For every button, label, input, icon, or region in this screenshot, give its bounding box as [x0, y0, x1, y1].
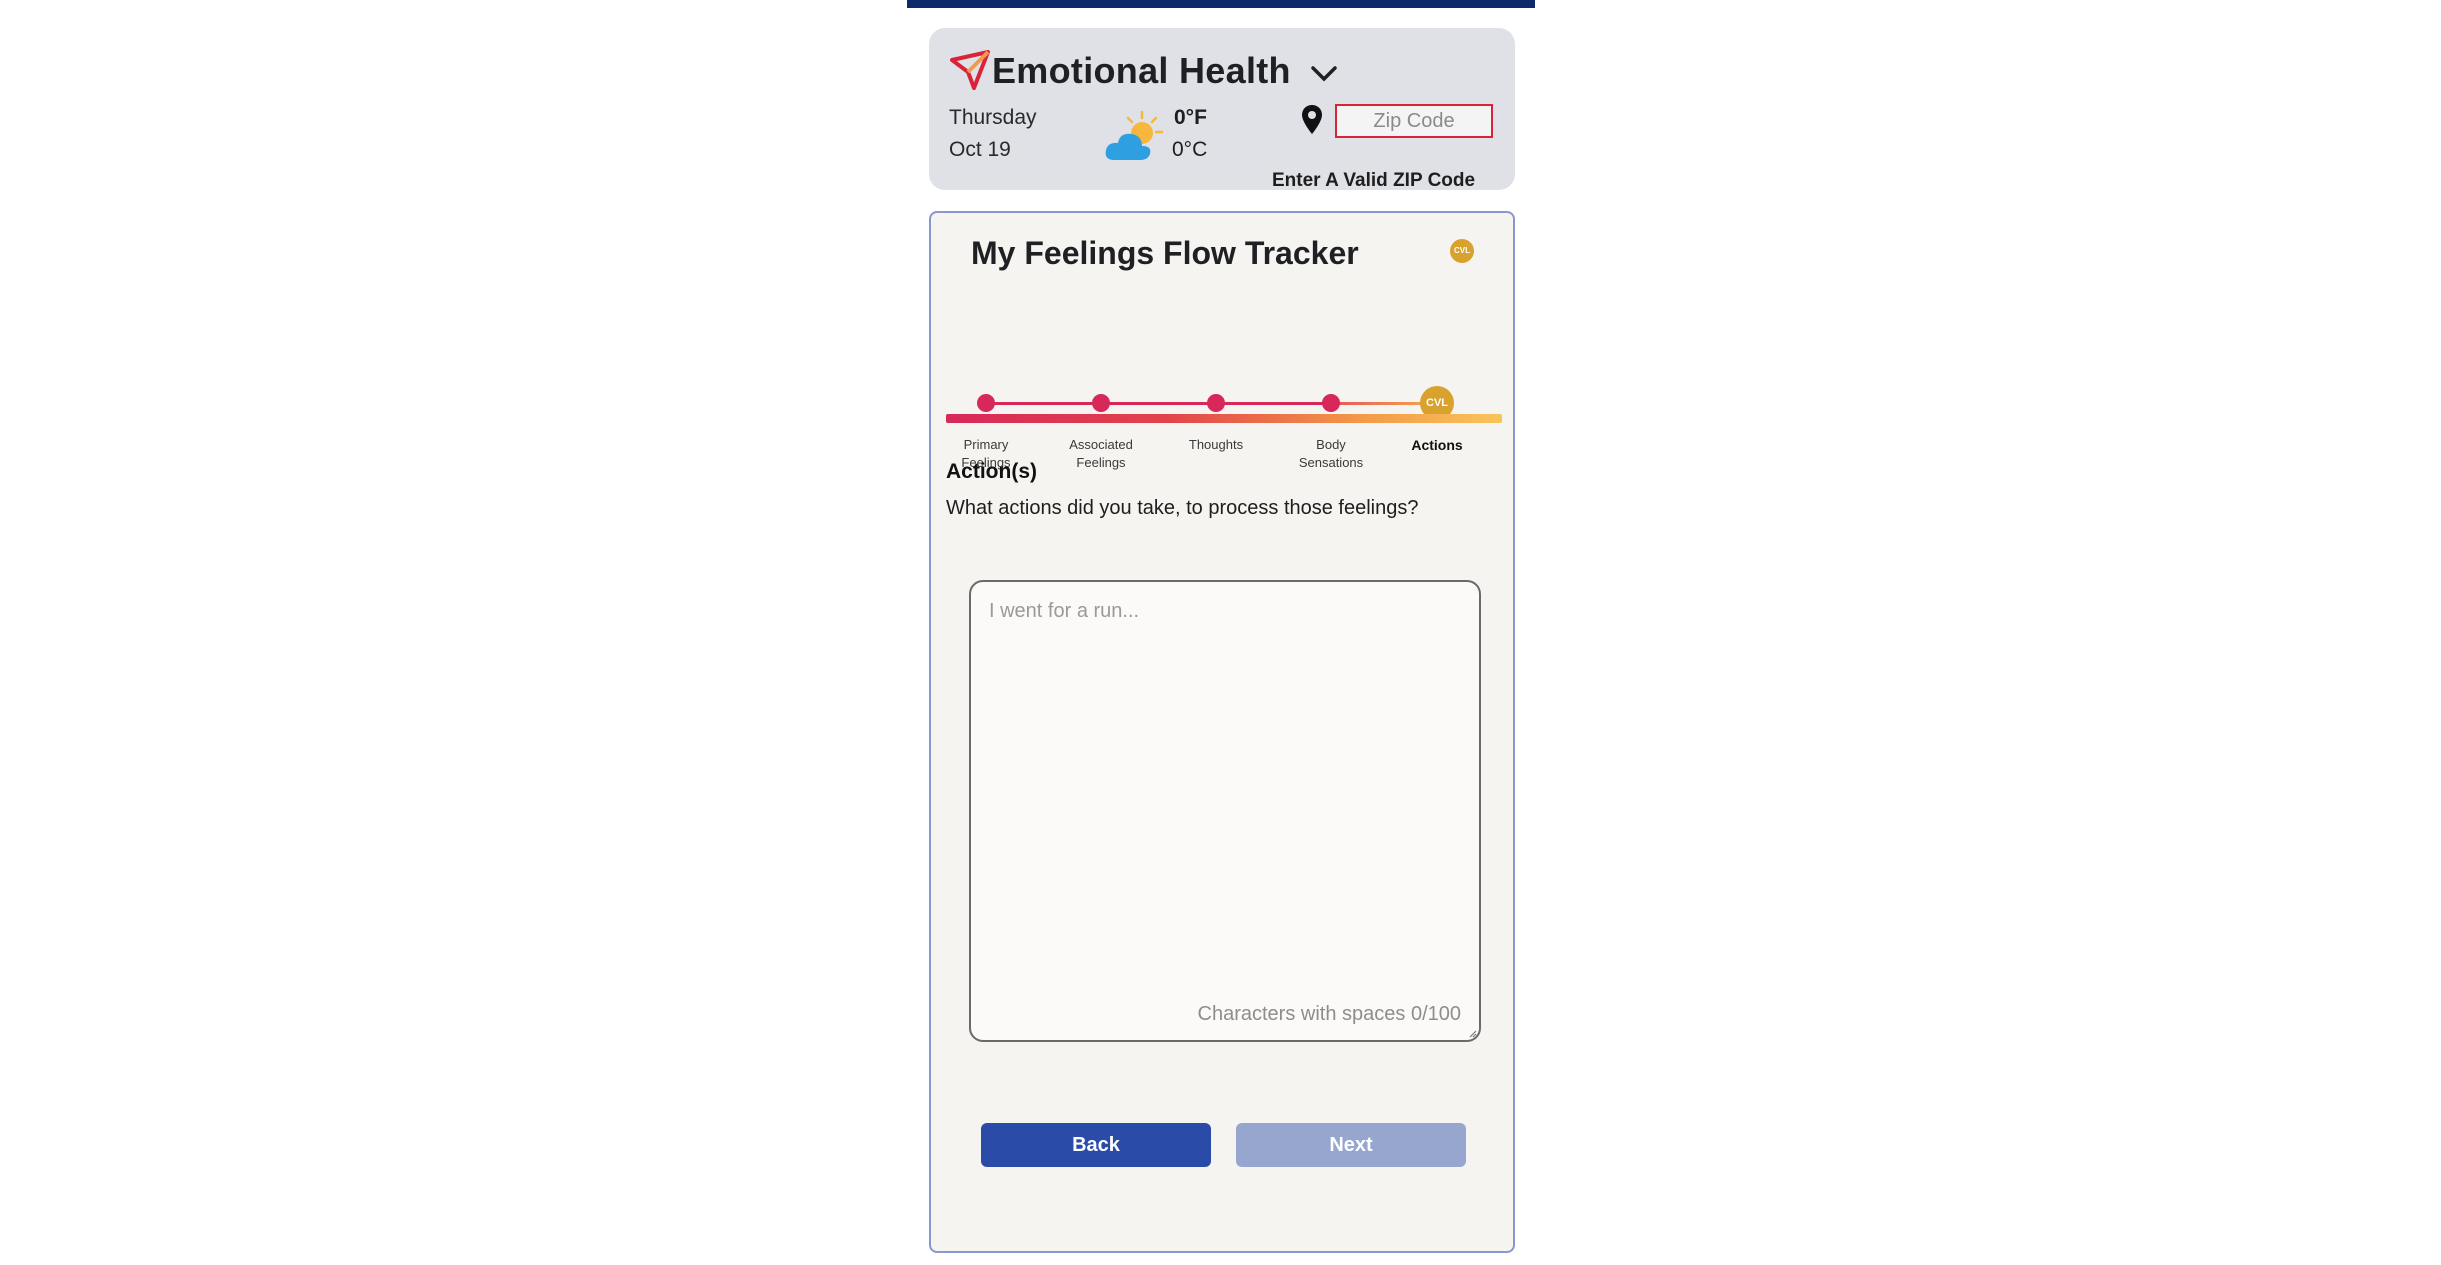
feelings-tracker-card: My Feelings Flow Tracker CVL CVL Primary…: [929, 211, 1515, 1253]
step-label-line: Primary: [963, 437, 1009, 452]
temperature-fahrenheit: 0°F: [1174, 106, 1207, 129]
step-label-line: Associated: [1069, 437, 1133, 452]
step-label-actions: Actions: [1382, 436, 1492, 454]
day-of-week: Thursday: [949, 106, 1037, 129]
step-label-line: Feelings: [1076, 455, 1126, 470]
section-heading: Action(s): [946, 460, 1037, 483]
section-question: What actions did you take, to process th…: [946, 497, 1419, 519]
partly-sunny-cloud-icon: [1105, 110, 1164, 160]
current-date: Oct 19: [949, 138, 1011, 161]
step-dot-body-sensations[interactable]: [1322, 394, 1340, 412]
cvl-badge: CVL: [1450, 239, 1474, 263]
paper-plane-logo-icon: [950, 50, 990, 90]
step-label-body-sensations: Body Sensations: [1276, 436, 1386, 472]
step-dot-primary-feelings[interactable]: [977, 394, 995, 412]
actions-textarea-container: Characters with spaces 0/100: [969, 580, 1481, 1042]
map-pin-icon: [1302, 105, 1322, 134]
stepper-line-complete: [986, 402, 1331, 405]
back-button[interactable]: Back: [981, 1123, 1211, 1167]
step-label-line: Thoughts: [1188, 437, 1244, 452]
resize-handle-icon[interactable]: [1467, 1028, 1477, 1038]
step-label-thoughts: Thoughts: [1161, 436, 1271, 454]
chevron-down-icon[interactable]: [1310, 64, 1338, 84]
zip-code-input[interactable]: [1335, 104, 1493, 138]
step-label-associated-feelings: Associated Feelings: [1046, 436, 1156, 472]
next-button[interactable]: Next: [1236, 1123, 1466, 1167]
step-label-line: Body: [1316, 437, 1346, 452]
progress-gradient-bar: [946, 414, 1502, 423]
character-counter: Characters with spaces 0/100: [1197, 1003, 1461, 1025]
header-card: Emotional Health Thursday Oct 19 0°F 0°C…: [929, 28, 1515, 191]
zip-error-message: Enter A Valid ZIP Code: [1272, 170, 1476, 191]
step-label-line: Actions: [1411, 437, 1463, 453]
step-dot-associated-feelings[interactable]: [1092, 394, 1110, 412]
step-dot-thoughts[interactable]: [1207, 394, 1225, 412]
app-title: Emotional Health: [992, 50, 1291, 91]
temperature-celsius: 0°C: [1172, 138, 1208, 161]
actions-textarea[interactable]: [989, 600, 1459, 980]
tracker-title: My Feelings Flow Tracker: [971, 235, 1359, 271]
step-label-line: Sensations: [1298, 455, 1364, 470]
progress-stepper: CVL Primary Feelings Associated Feelings…: [931, 309, 1517, 470]
top-accent-bar: [907, 0, 1535, 8]
